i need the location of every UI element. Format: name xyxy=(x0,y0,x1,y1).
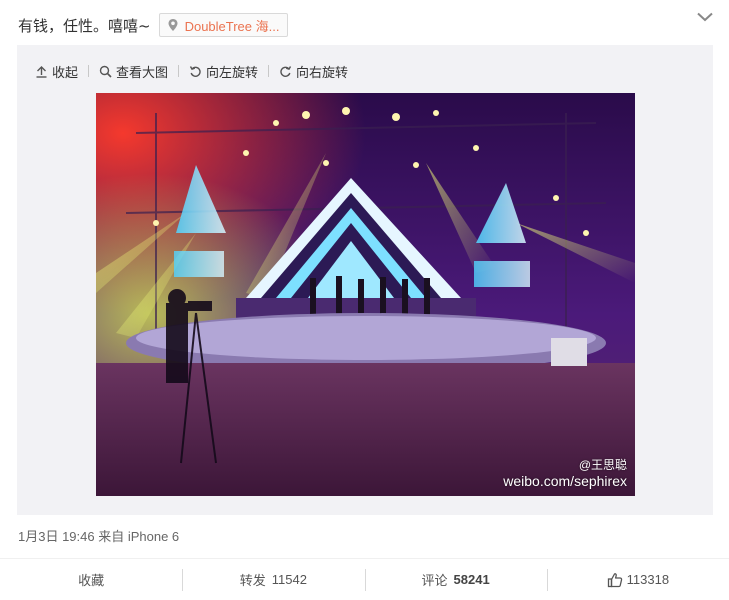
comment-label: 评论 xyxy=(421,574,448,589)
rotate-right-icon xyxy=(280,65,292,77)
concert-stage-image xyxy=(96,93,635,496)
view-large-label: 查看大图 xyxy=(116,65,169,81)
post-photo[interactable]: @王思聪 weibo.com/sephirex xyxy=(96,93,635,496)
image-toolbar: 收起 查看大图 向左旋转 向右旋转 xyxy=(35,61,348,81)
collapse-label: 收起 xyxy=(52,65,79,81)
favorite-label: 收藏 xyxy=(78,574,105,589)
like-count: 113318 xyxy=(626,572,670,587)
toolbar-divider xyxy=(268,65,270,77)
location-pin-icon xyxy=(166,18,180,32)
repost-button[interactable]: 转发 11542 xyxy=(182,559,364,600)
repost-count: 11542 xyxy=(271,572,307,587)
post-header: 有钱，任性。嘻嘻~ DoubleTree 海... xyxy=(18,12,289,38)
rotate-left-label: 向左旋转 xyxy=(206,65,259,81)
location-tag[interactable]: DoubleTree 海... xyxy=(158,13,289,37)
toolbar-divider xyxy=(88,65,90,77)
collapse-icon xyxy=(36,65,47,78)
repost-label: 转发 xyxy=(239,574,266,589)
chevron-down-icon[interactable] xyxy=(695,8,715,26)
post-content: 有钱，任性。嘻嘻~ xyxy=(18,16,151,35)
comment-button[interactable]: 评论 58241 xyxy=(364,559,547,600)
action-bar: 收藏 转发 11542 评论 58241 113318 xyxy=(0,558,729,600)
magnifier-icon xyxy=(99,65,112,78)
location-label: DoubleTree 海... xyxy=(184,18,280,34)
collapse-button[interactable]: 收起 xyxy=(35,62,78,81)
view-large-button[interactable]: 查看大图 xyxy=(99,62,168,81)
post-source: 来自 iPhone 6 xyxy=(98,529,180,544)
favorite-button[interactable]: 收藏 xyxy=(0,559,182,600)
watermark-url: weibo.com/sephirex xyxy=(503,473,627,489)
post-meta: 1月3日 19:46 来自 iPhone 6 xyxy=(18,526,179,545)
rotate-right-button[interactable]: 向右旋转 xyxy=(279,62,348,81)
comment-count: 58241 xyxy=(453,572,490,587)
media-panel: 收起 查看大图 向左旋转 向右旋转 @王思聪 weibo.com/sephire… xyxy=(17,45,713,515)
photo-watermark: @王思聪 weibo.com/sephirex xyxy=(503,458,627,490)
toolbar-divider xyxy=(178,65,180,77)
rotate-left-icon xyxy=(189,65,201,77)
post-timestamp[interactable]: 1月3日 19:46 xyxy=(18,529,95,544)
watermark-handle: @王思聪 xyxy=(578,458,627,472)
like-button[interactable]: 113318 xyxy=(546,559,729,600)
rotate-left-button[interactable]: 向左旋转 xyxy=(189,62,258,81)
thumbs-up-icon xyxy=(607,572,623,588)
rotate-right-label: 向右旋转 xyxy=(296,65,349,81)
